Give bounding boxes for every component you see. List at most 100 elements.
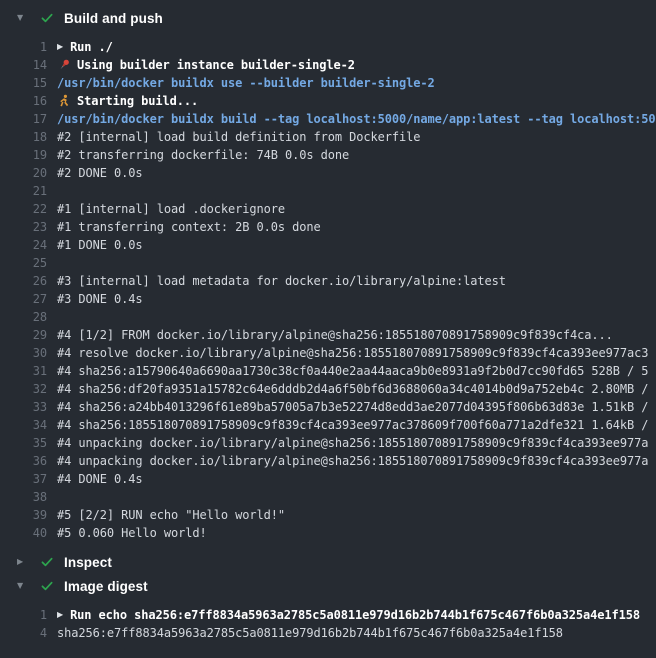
line-text: #4 unpacking docker.io/library/alpine@sh…	[57, 434, 648, 452]
log-line: 33 #4 sha256:a24bb4013296f61e89ba57005a7b…	[0, 398, 656, 416]
line-text: /usr/bin/docker buildx use --builder bui…	[57, 74, 435, 92]
line-text: #1 transferring context: 2B 0.0s done	[57, 218, 321, 236]
log-line: 16 Starting build...	[0, 92, 656, 110]
line-content: #3 [internal] load metadata for docker.i…	[57, 272, 506, 290]
line-number[interactable]: 37	[0, 470, 47, 488]
line-number[interactable]: 25	[0, 254, 47, 272]
line-text: #3 [internal] load metadata for docker.i…	[57, 272, 506, 290]
line-number[interactable]: 1	[0, 38, 47, 56]
line-number[interactable]: 17	[0, 110, 47, 128]
log-line: 18#2 [internal] load build definition fr…	[0, 128, 656, 146]
line-number[interactable]: 21	[0, 182, 47, 200]
line-number[interactable]: 27	[0, 290, 47, 308]
line-text: #5 0.060 Hello world!	[57, 524, 207, 542]
line-content: #4 DONE 0.4s	[57, 470, 143, 488]
line-number[interactable]: 29	[0, 326, 47, 344]
caret-right-icon[interactable]: ▶	[17, 558, 30, 566]
line-number[interactable]: 1	[0, 606, 47, 624]
caret-down-icon[interactable]: ▼	[17, 582, 30, 590]
line-number[interactable]: 38	[0, 488, 47, 506]
line-number[interactable]: 22	[0, 200, 47, 218]
line-text: #4 sha256:a24bb4013296f61e89ba57005a7b3e…	[57, 398, 648, 416]
line-number[interactable]: 34	[0, 416, 47, 434]
line-number[interactable]: 14	[0, 56, 47, 74]
log-line: 32 #4 sha256:df20fa9351a15782c64e6dddb2d4…	[0, 380, 656, 398]
line-number[interactable]: 35	[0, 434, 47, 452]
line-number[interactable]: 16	[0, 92, 47, 110]
line-content: #4 sha256:df20fa9351a15782c64e6dddb2d4a6…	[57, 380, 648, 398]
line-content: #4 [1/2] FROM docker.io/library/alpine@s…	[57, 326, 613, 344]
line-content: #4 sha256:a15790640a6690aa1730c38cf0a440…	[57, 362, 648, 380]
line-text: Using builder instance builder-single-2	[77, 56, 355, 74]
line-content: #4 sha256:185518070891758909c9f839cf4ca3…	[57, 416, 648, 434]
line-content: #2 DONE 0.0s	[57, 164, 143, 182]
line-number[interactable]: 28	[0, 308, 47, 326]
section-title-build-and-push: Build and push	[64, 11, 163, 26]
line-number[interactable]: 36	[0, 452, 47, 470]
line-text: #2 DONE 0.0s	[57, 164, 143, 182]
line-number[interactable]: 19	[0, 146, 47, 164]
log-line: 31 #4 sha256:a15790640a6690aa1730c38cf0a4…	[0, 362, 656, 380]
line-text: Run ./	[70, 38, 113, 56]
log-line: 23 #1 transferring context: 2B 0.0s done	[0, 218, 656, 236]
line-text: #2 transferring dockerfile: 74B 0.0s don…	[57, 146, 349, 164]
log-line: 14 Using builder instance builder-single-…	[0, 56, 656, 74]
log-line: 34 #4 sha256:185518070891758909c9f839cf4c…	[0, 416, 656, 434]
line-text: #4 unpacking docker.io/library/alpine@sh…	[57, 452, 648, 470]
play-icon[interactable]: ▶	[57, 43, 63, 51]
log-line: 36 #4 unpacking docker.io/library/alpine@…	[0, 452, 656, 470]
line-content: Starting build...	[57, 92, 198, 110]
line-number[interactable]: 15	[0, 74, 47, 92]
line-text: Starting build...	[77, 92, 198, 110]
log-line: 38	[0, 488, 656, 506]
line-number[interactable]: 31	[0, 362, 47, 380]
line-text: sha256:e7ff8834a5963a2785c5a0811e979d16b…	[57, 624, 563, 642]
line-content: #5 [2/2] RUN echo "Hello world!"	[57, 506, 285, 524]
section-title-image-digest: Image digest	[64, 579, 148, 594]
line-content: #4 sha256:a24bb4013296f61e89ba57005a7b3e…	[57, 398, 648, 416]
line-number[interactable]: 24	[0, 236, 47, 254]
log-line: 26 #3 [internal] load metadata for docker…	[0, 272, 656, 290]
line-number[interactable]: 40	[0, 524, 47, 542]
log-line: 20 #2 DONE 0.0s	[0, 164, 656, 182]
line-text: #4 sha256:a15790640a6690aa1730c38cf0a440…	[57, 362, 648, 380]
line-number[interactable]: 4	[0, 624, 47, 642]
line-content: #1 DONE 0.0s	[57, 236, 143, 254]
log-line[interactable]: 1 ▶ Run ./	[0, 38, 656, 56]
log-lines-build-and-push: 1 ▶ Run ./ 14 Using builder instance builder…	[0, 38, 656, 542]
log-line: 15/usr/bin/docker buildx use --builder b…	[0, 74, 656, 92]
line-text: Run echo sha256:e7ff8834a5963a2785c5a081…	[70, 606, 640, 624]
log-lines-image-digest: 1 ▶ Run echo sha256:e7ff8834a5963a2785c5a0…	[0, 606, 656, 642]
line-content: Using builder instance builder-single-2	[57, 56, 355, 74]
line-content: #4 unpacking docker.io/library/alpine@sh…	[57, 434, 648, 452]
play-icon[interactable]: ▶	[57, 611, 63, 619]
log-line: 19 #2 transferring dockerfile: 74B 0.0s d…	[0, 146, 656, 164]
line-number[interactable]: 23	[0, 218, 47, 236]
line-content: ▶ Run ./	[57, 38, 113, 56]
line-number[interactable]: 32	[0, 380, 47, 398]
log-line: 35 #4 unpacking docker.io/library/alpine@…	[0, 434, 656, 452]
section-header-build-and-push[interactable]: ▼ Build and push	[0, 6, 656, 30]
log-line: 40 #5 0.060 Hello world!	[0, 524, 656, 542]
line-content: /usr/bin/docker buildx use --builder bui…	[57, 74, 435, 92]
section-header-image-digest[interactable]: ▼ Image digest	[0, 574, 656, 598]
section-header-inspect[interactable]: ▶ Inspect	[0, 550, 656, 574]
line-number[interactable]: 33	[0, 398, 47, 416]
line-number[interactable]: 20	[0, 164, 47, 182]
line-text: #1 [internal] load .dockerignore	[57, 200, 285, 218]
line-number[interactable]: 30	[0, 344, 47, 362]
log-line: 30 #4 resolve docker.io/library/alpine@sh…	[0, 344, 656, 362]
line-number[interactable]: 39	[0, 506, 47, 524]
log-line[interactable]: 1 ▶ Run echo sha256:e7ff8834a5963a2785c5a0…	[0, 606, 656, 624]
line-text: #4 [1/2] FROM docker.io/library/alpine@s…	[57, 326, 613, 344]
line-content: #4 resolve docker.io/library/alpine@sha2…	[57, 344, 648, 362]
log-line: 37 #4 DONE 0.4s	[0, 470, 656, 488]
section-title-inspect: Inspect	[64, 555, 112, 570]
check-icon	[40, 555, 54, 569]
line-number[interactable]: 26	[0, 272, 47, 290]
log-line: 4 sha256:e7ff8834a5963a2785c5a0811e979d16…	[0, 624, 656, 642]
caret-down-icon[interactable]: ▼	[17, 14, 30, 22]
line-number[interactable]: 18	[0, 128, 47, 146]
line-text: #4 sha256:df20fa9351a15782c64e6dddb2d4a6…	[57, 380, 648, 398]
line-text: #3 DONE 0.4s	[57, 290, 143, 308]
